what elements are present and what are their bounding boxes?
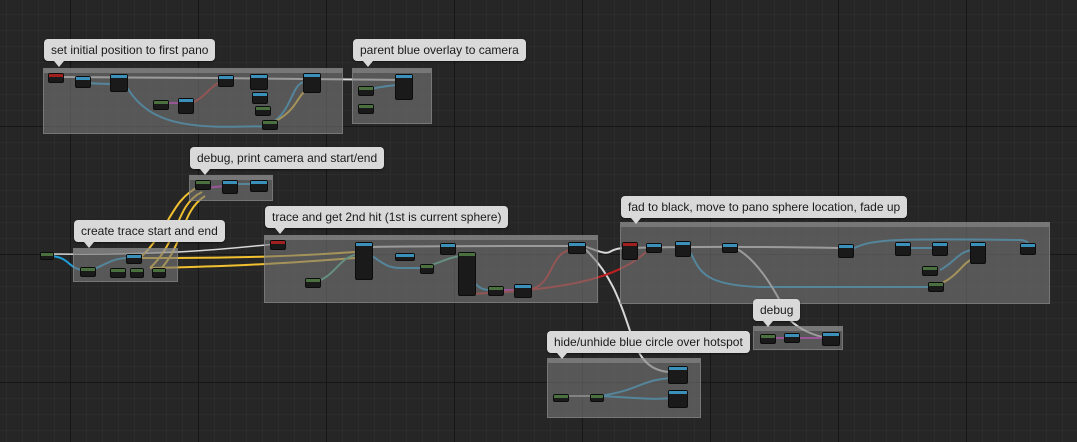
variable-node[interactable] xyxy=(80,267,96,277)
comment-bubble-set-initial-position[interactable]: set initial position to first pano xyxy=(44,39,216,67)
comment-bubble-hide-unhide[interactable]: hide/unhide blue circle over hotspot xyxy=(547,331,750,359)
variable-node[interactable] xyxy=(358,86,374,96)
function-node[interactable] xyxy=(75,76,91,88)
function-node[interactable] xyxy=(646,243,662,253)
function-node[interactable] xyxy=(514,284,532,298)
comment-bubble-create-trace[interactable]: create trace start and end xyxy=(74,220,225,248)
function-node[interactable] xyxy=(668,366,688,384)
function-node[interactable] xyxy=(395,253,415,261)
function-node[interactable] xyxy=(568,242,586,254)
function-node[interactable] xyxy=(222,180,238,194)
comment-bubble-trace-2nd-hit[interactable]: trace and get 2nd hit (1st is current sp… xyxy=(265,206,509,234)
variable-node[interactable] xyxy=(152,268,166,278)
variable-node[interactable] xyxy=(255,106,271,116)
variable-node[interactable] xyxy=(760,334,776,344)
function-node[interactable] xyxy=(440,243,456,255)
variable-node[interactable] xyxy=(262,120,278,130)
function-node[interactable] xyxy=(822,332,840,346)
function-node[interactable] xyxy=(250,74,268,90)
event-node[interactable] xyxy=(48,73,64,83)
function-node[interactable] xyxy=(784,333,800,343)
blueprint-graph[interactable]: set initial position to first pano paren… xyxy=(0,0,1077,442)
variable-node[interactable] xyxy=(928,282,944,292)
function-node[interactable] xyxy=(218,75,234,87)
variable-node[interactable] xyxy=(553,394,569,402)
variable-node[interactable] xyxy=(358,104,374,114)
function-node[interactable] xyxy=(126,254,142,264)
function-node[interactable] xyxy=(1020,243,1036,255)
comment-bubble-debug[interactable]: debug xyxy=(753,299,801,327)
function-node[interactable] xyxy=(250,180,268,192)
event-node[interactable] xyxy=(622,242,638,260)
variable-node[interactable] xyxy=(153,100,169,110)
variable-node[interactable] xyxy=(110,268,126,278)
function-node[interactable] xyxy=(110,74,128,92)
comment-bubble-parent-blue-overlay[interactable]: parent blue overlay to camera xyxy=(353,39,526,67)
function-node[interactable] xyxy=(838,244,854,258)
function-node[interactable] xyxy=(675,241,691,257)
function-node[interactable] xyxy=(722,243,738,253)
function-node[interactable] xyxy=(932,242,948,256)
variable-node[interactable] xyxy=(195,180,211,190)
function-node[interactable] xyxy=(355,242,373,280)
comment-bubble-fade-to-black[interactable]: fad to black, move to pano sphere locati… xyxy=(621,196,908,224)
event-node[interactable] xyxy=(270,240,286,250)
variable-node[interactable] xyxy=(40,252,54,260)
function-node[interactable] xyxy=(395,74,413,100)
function-node[interactable] xyxy=(458,252,476,296)
variable-node[interactable] xyxy=(130,268,144,278)
function-node[interactable] xyxy=(895,242,911,256)
comment-bubble-debug-print-camera[interactable]: debug, print camera and start/end xyxy=(190,147,385,175)
variable-node[interactable] xyxy=(922,266,938,276)
function-node[interactable] xyxy=(178,98,194,114)
comment-box-parent-blue-overlay[interactable] xyxy=(352,68,432,124)
function-node[interactable] xyxy=(668,390,688,408)
variable-node[interactable] xyxy=(420,264,434,274)
function-node[interactable] xyxy=(303,73,321,93)
variable-node[interactable] xyxy=(590,394,604,402)
variable-node[interactable] xyxy=(488,286,504,296)
function-node[interactable] xyxy=(970,242,986,264)
variable-node[interactable] xyxy=(305,278,321,288)
function-node[interactable] xyxy=(252,92,268,104)
